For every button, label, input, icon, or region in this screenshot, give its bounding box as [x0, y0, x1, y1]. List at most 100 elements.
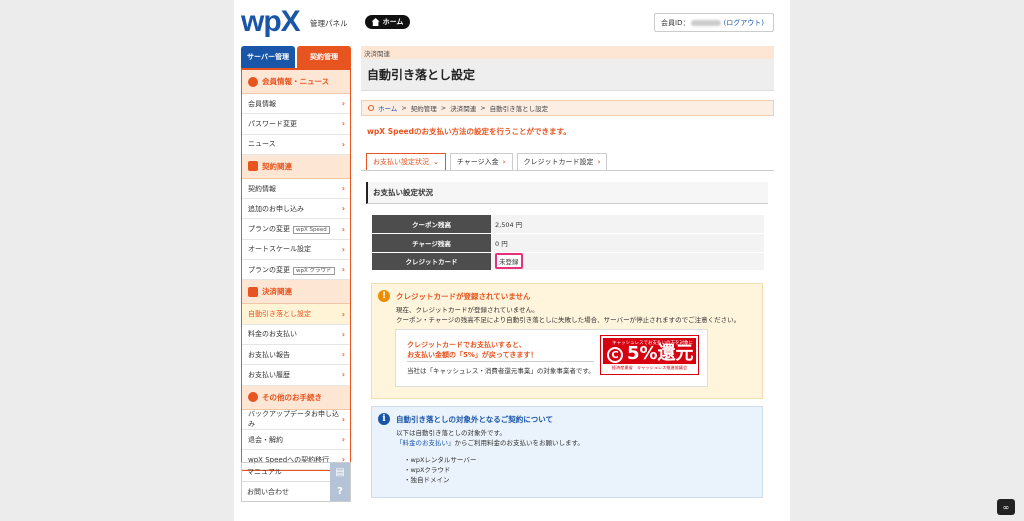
sidebar-item-pay-fee[interactable]: 料金のお支払い › — [242, 325, 350, 345]
logo-subtitle: 管理パネル — [310, 19, 348, 28]
promo-divider — [407, 361, 594, 362]
sidebar-item-backup[interactable]: バックアップデータお申し込み › — [242, 410, 350, 430]
list-item: ・独自ドメイン — [404, 476, 450, 484]
breadcrumb-home[interactable]: ホーム — [378, 103, 397, 113]
sidebar-item-label: 契約情報 — [248, 184, 276, 193]
excluded-list: ・wpXレンタルサーバー ・wpXクラウド ・独自ドメイン — [404, 455, 476, 485]
chevron-right-icon: › — [341, 244, 345, 254]
chevron-right-icon: › — [341, 435, 345, 444]
sidebar-section-other: その他のお手続き — [242, 385, 350, 410]
home-icon — [371, 18, 380, 26]
info-text-rest: からご利用料金のお支払いをお願いします。 — [454, 439, 584, 447]
warning-box: ! クレジットカードが登録されていません 現在、クレジットカードが登録されていま… — [371, 283, 763, 399]
sidebar-item-label: お支払い報告 — [248, 350, 290, 359]
wpx-logo[interactable]: wpX — [241, 7, 301, 37]
tab-payment-status[interactable]: お支払い設定状況 ⌄ — [366, 153, 446, 170]
tab-divider — [361, 170, 774, 171]
promo-text: お支払い金額の「5%」が戻ってきます！ — [407, 351, 538, 359]
sidebar-item-additional[interactable]: 追加のお申し込み › — [242, 199, 350, 220]
sidebar-item-label: 自動引き落とし設定 — [248, 310, 311, 319]
panel-title: お支払い設定状況 — [366, 182, 768, 204]
sidebar-item-auto-debit[interactable]: 自動引き落とし設定 › — [242, 304, 350, 325]
member-info: 会員ID： (ログアウト) — [654, 13, 774, 32]
banner-main-text: 5%還元 — [627, 343, 694, 364]
sidebar-item-label: 会員情報 — [248, 99, 276, 108]
banner-bottom-text: 経済産業省 キャッシュレス推進協議会 — [603, 364, 696, 372]
sidebar-item-label: 追加のお申し込み — [248, 204, 304, 213]
section-title: 決済関連 — [262, 287, 292, 297]
sidebar-item-label: プランの変更 wpX Speed — [248, 224, 330, 235]
pen-icon — [248, 392, 258, 403]
chevron-right-icon: › — [341, 370, 345, 380]
warning-title: クレジットカードが登録されていません — [396, 292, 531, 301]
sidebar-item-pay-report[interactable]: お支払い報告 › — [242, 345, 350, 366]
sidebar-item-plan-change-cloud[interactable]: プランの変更 wpX クラウド › — [242, 260, 350, 281]
chevron-right-icon: › — [502, 158, 506, 166]
warning-text: クーポン・チャージの残高不足により自動引き落としに失敗した場合、サーバーが停止さ… — [396, 316, 741, 324]
logout-link[interactable]: (ログアウト) — [723, 18, 763, 28]
tab-server-management[interactable]: サーバー管理 — [241, 46, 295, 68]
card-cell: 未登録 — [491, 252, 764, 271]
sidebar-item-cancel[interactable]: 退会・解約 › — [242, 430, 350, 451]
sidebar-item-news[interactable]: ニュース › — [242, 135, 350, 155]
home-dot-icon — [368, 105, 374, 111]
sidebar-item-plan-change-speed[interactable]: プランの変更 wpX Speed › — [242, 219, 350, 240]
sidebar-item-contract-info[interactable]: 契約情報 › — [242, 179, 350, 200]
tab-contract-management[interactable]: 契約管理 — [297, 46, 351, 68]
sidebar-item-label: オートスケール設定 — [248, 245, 311, 254]
sidebar-item-member-info[interactable]: 会員情報 › — [242, 94, 350, 115]
payment-status-table: クーポン残高 2,504 円 チャージ残高 0 円 クレジットカード 未登録 — [372, 215, 764, 271]
tab-label: お支払い設定状況 — [373, 158, 429, 166]
cashless-promo[interactable]: クレジットカードでお支払いすると、 お支払い金額の「5%」が戻ってきます！ 当社… — [395, 329, 708, 387]
question-icon: ? — [330, 482, 350, 501]
chat-widget-icon[interactable]: ∞ — [997, 499, 1015, 515]
chevron-right-icon: › — [341, 309, 345, 319]
sidebar-section-member: 会員情報・ニュース — [242, 70, 350, 94]
manual-label: マニュアル — [247, 468, 282, 476]
info-title: 自動引き落としの対象外となるご契約について — [396, 415, 554, 424]
sidebar-section-contract: 契約関連 — [242, 154, 350, 179]
chevron-down-icon: ⌄ — [433, 158, 439, 166]
tab-credit-card[interactable]: クレジットカード設定 › — [516, 153, 608, 170]
section-label: 決済関連 — [361, 46, 774, 59]
sidebar-item-autoscale[interactable]: オートスケール設定 › — [242, 240, 350, 261]
chevron-right-icon: › — [341, 119, 345, 129]
breadcrumb-sep: > — [480, 104, 486, 112]
list-item: ・wpXレンタルサーバー — [404, 456, 477, 464]
calculator-icon — [248, 286, 258, 297]
info-icon: i — [378, 413, 390, 425]
tab-label: チャージ入金 — [456, 158, 499, 166]
promo-text: クレジットカードでお支払いすると、 — [407, 341, 526, 349]
section-title: 契約関連 — [262, 161, 292, 171]
breadcrumb-current: 自動引き落とし設定 — [489, 105, 549, 113]
cashless-logo-icon: C — [607, 347, 623, 363]
charge-label: チャージ残高 — [372, 233, 491, 253]
contact-link[interactable]: お問い合わせ? — [242, 482, 350, 501]
breadcrumb-payment: 決済関連 — [450, 105, 477, 113]
chevron-right-icon: › — [341, 329, 345, 339]
manual-link[interactable]: マニュアル ▤ — [242, 462, 350, 482]
section-title: 会員情報・ニュース — [262, 77, 330, 86]
sidebar-section-payment: 決済関連 — [242, 280, 350, 305]
section-title: その他のお手続き — [262, 392, 322, 402]
info-text: 以下は自動引き落としの対象外です。 — [396, 429, 506, 437]
exclamation-icon: ! — [378, 290, 390, 302]
sidebar-item-label: プランの変更 wpX クラウド — [248, 265, 335, 275]
tab-charge[interactable]: チャージ入金 › — [449, 153, 513, 170]
card-label: クレジットカード — [372, 252, 491, 271]
chevron-right-icon: › — [597, 158, 601, 166]
pay-fee-link[interactable]: 「料金のお支払い」 — [396, 439, 455, 447]
table-row: チャージ残高 0 円 — [372, 233, 764, 253]
coupon-value: 2,504 円 — [491, 215, 764, 234]
chevron-right-icon: › — [341, 224, 345, 234]
document-icon — [248, 161, 258, 172]
user-icon — [248, 76, 258, 87]
coupon-label: クーポン残高 — [372, 215, 491, 234]
sidebar-item-password[interactable]: パスワード変更 › — [242, 114, 350, 135]
cashless-5percent-banner: キャッシュレスでお支払いの方を対象に C 5%還元 経済産業省 キャッシュレス推… — [600, 335, 699, 375]
sidebar-item-label: ニュース — [248, 140, 276, 149]
home-button[interactable]: ホーム — [365, 15, 410, 29]
breadcrumb-sep: > — [440, 104, 447, 112]
chevron-right-icon: › — [341, 414, 345, 424]
sidebar-item-pay-history[interactable]: お支払い履歴 › — [242, 365, 350, 386]
